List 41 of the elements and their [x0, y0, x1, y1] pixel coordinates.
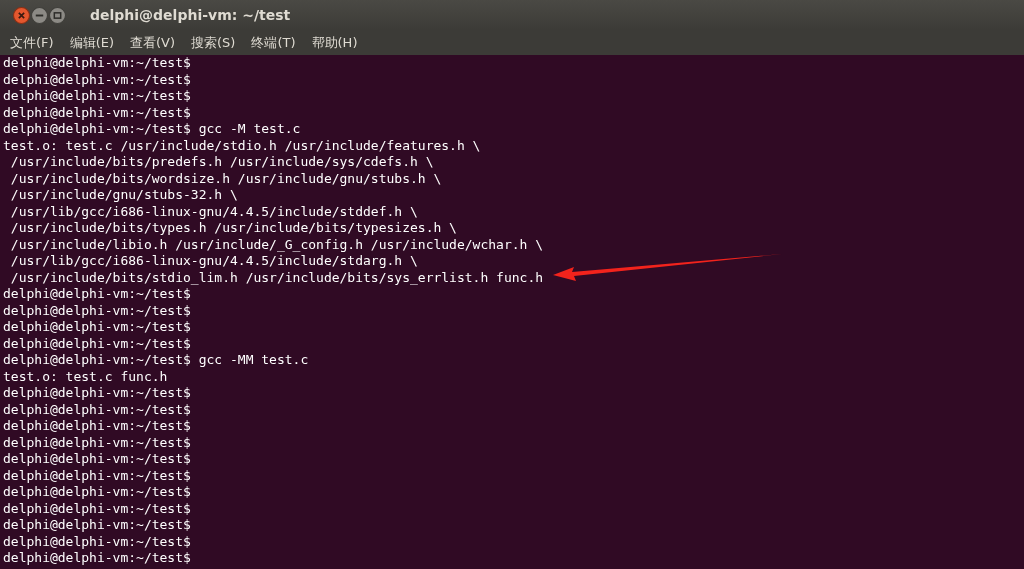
close-icon[interactable]	[13, 6, 30, 24]
menu-item[interactable]: 编辑(E)	[69, 33, 114, 52]
terminal-line: delphi@delphi-vm:~/test$	[3, 385, 192, 402]
terminal-line: delphi@delphi-vm:~/test$	[3, 401, 192, 418]
menu-item[interactable]: 终端(T)	[251, 33, 296, 52]
terminal-line: /usr/include/bits/types.h /usr/include/bits/typesizes.h \	[9, 220, 458, 237]
terminal-line: delphi@delphi-vm:~/test$	[3, 302, 192, 319]
menu-item[interactable]: 搜索(S)	[191, 33, 236, 52]
window-title: delphi@delphi-vm: ~/test	[90, 7, 291, 23]
terminal-line: delphi@delphi-vm:~/test$	[3, 335, 192, 352]
terminal-line: delphi@delphi-vm:~/test$ gcc -M test.c	[3, 121, 302, 138]
menu-item[interactable]: 查看(V)	[130, 33, 176, 52]
terminal-line: /usr/include/bits/stdio_lim.h /usr/include/bits/sys_errlist.h func.h	[9, 269, 545, 286]
terminal-line: delphi@delphi-vm:~/test$	[3, 517, 192, 534]
terminal-line: /usr/lib/gcc/i686-linux-gnu/4.4.5/include/stddef.h \	[9, 203, 419, 220]
terminal-line: delphi@delphi-vm:~/test$ gcc -MM test.c	[3, 352, 310, 369]
menu-item[interactable]: 帮助(H)	[311, 33, 358, 52]
terminal-line: delphi@delphi-vm:~/test$	[3, 71, 192, 88]
terminal-line: delphi@delphi-vm:~/test$	[3, 500, 192, 517]
terminal-line: delphi@delphi-vm:~/test$	[3, 434, 192, 451]
terminal-line: /usr/include/bits/predefs.h /usr/include/sys/cdefs.h \	[9, 154, 435, 171]
terminal-line: test.o: test.c func.h	[3, 368, 169, 385]
terminal-line: delphi@delphi-vm:~/test$	[3, 418, 192, 435]
maximize-icon[interactable]	[49, 6, 66, 24]
terminal-line: test.o: test.c /usr/include/stdio.h /usr/include/features.h \	[3, 137, 482, 154]
terminal-line: delphi@delphi-vm:~/test$	[3, 88, 192, 105]
terminal-line: /usr/include/bits/wordsize.h /usr/include/gnu/stubs.h \	[9, 170, 443, 187]
terminal-line: delphi@delphi-vm:~/test$	[3, 451, 192, 468]
terminal-line: /usr/lib/gcc/i686-linux-gnu/4.4.5/include/stdarg.h \	[9, 253, 419, 270]
terminal-line: delphi@delphi-vm:~/test$	[3, 55, 192, 72]
terminal-line: delphi@delphi-vm:~/test$	[3, 319, 192, 336]
terminal-line: /usr/include/libio.h /usr/include/_G_config.h /usr/include/wchar.h \	[9, 236, 545, 253]
terminal-line: delphi@delphi-vm:~/test$	[3, 533, 192, 550]
terminal-line: delphi@delphi-vm:~/test$	[3, 467, 192, 484]
minimize-icon[interactable]	[31, 6, 48, 24]
terminal-line: delphi@delphi-vm:~/test$	[3, 550, 192, 567]
terminal-line: /usr/include/gnu/stubs-32.h \	[9, 187, 239, 204]
terminal-line: delphi@delphi-vm:~/test$	[3, 484, 192, 501]
menu-item[interactable]: 文件(F)	[10, 33, 54, 52]
terminal-line: delphi@delphi-vm:~/test$	[3, 286, 192, 303]
terminal-line: delphi@delphi-vm:~/test$	[3, 104, 192, 121]
